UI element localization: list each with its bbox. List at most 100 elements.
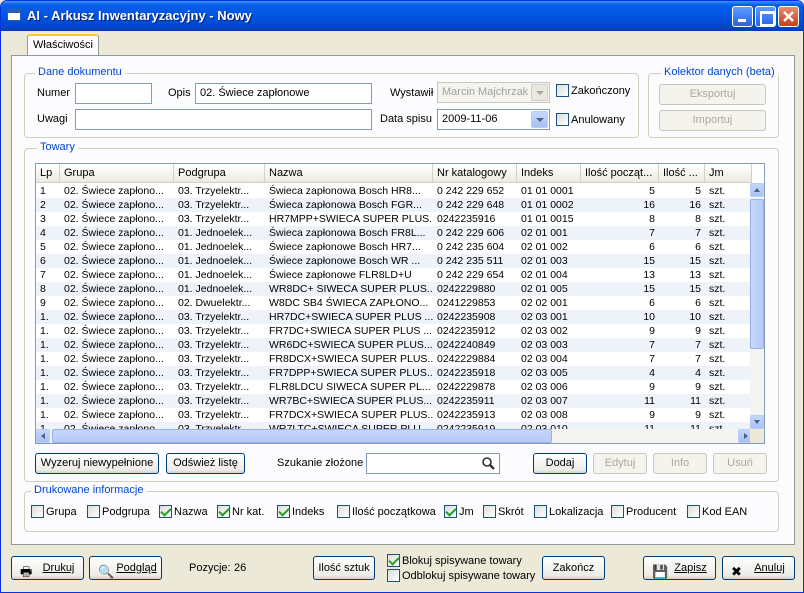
tab-wlasciwosci[interactable]: Właściwości <box>27 34 99 56</box>
scroll-down-button[interactable] <box>750 415 764 429</box>
vertical-scrollbar[interactable] <box>750 183 764 429</box>
cancel-button[interactable]: ✖ Anuluj <box>722 556 795 580</box>
maximize-button[interactable] <box>755 6 776 27</box>
table-row[interactable]: 1 02. Świece zapłono... 03. Trzyelektr... Ś… <box>36 184 752 198</box>
table-row[interactable]: 5 02. Świece zapłono... 01. Jednoelek... Św… <box>36 240 752 254</box>
goods-table[interactable]: Lp Grupa Podgrupa Nazwa Nr katalogowy In… <box>35 163 765 444</box>
cell-grupa: 02. Świece zapłono... <box>64 353 164 365</box>
vertical-scroll-thumb[interactable] <box>750 199 764 349</box>
cell-ilosc: 9 <box>695 325 701 337</box>
wystawil-combo[interactable]: Marcin Majchrzak <box>437 82 550 103</box>
table-row[interactable]: 1. 02. Świece zapłono... 03. Trzyelektr...… <box>36 324 752 338</box>
table-row[interactable]: 3 02. Świece zapłono... 03. Trzyelektr... H… <box>36 212 752 226</box>
lock-items-checkbox[interactable] <box>387 554 400 567</box>
add-button[interactable]: Dodaj <box>533 453 587 474</box>
print-option-checkbox[interactable] <box>217 505 230 518</box>
refresh-list-button[interactable]: Odśwież listę <box>166 453 245 474</box>
cell-ilosc-poczatkowa: 6 <box>649 297 655 309</box>
cell-indeks: 02 03 003 <box>521 339 568 351</box>
cell-grupa: 02. Świece zapłono... <box>64 297 164 309</box>
wystawil-value: Marcin Majchrzak <box>442 86 529 98</box>
table-row[interactable]: 1. 02. Świece zapłono... 03. Trzyelektr...… <box>36 310 752 324</box>
cell-nr-katalogowy: 0242235913 <box>437 409 496 421</box>
print-option-checkbox[interactable] <box>534 505 547 518</box>
cell-indeks: 02 03 006 <box>521 381 568 393</box>
column-header-ilosc[interactable]: Ilość ... <box>659 164 705 183</box>
print-option-label: Indeks <box>292 506 325 518</box>
cell-podgrupa: 03. Trzyelektr... <box>178 325 250 337</box>
print-button[interactable]: 🖶 Drukuj <box>11 556 84 580</box>
cell-grupa: 02. Świece zapłono... <box>64 241 164 253</box>
column-header-nazwa[interactable]: Nazwa <box>265 164 433 183</box>
table-row[interactable]: 1. 02. Świece zapłono... 03. Trzyelektr...… <box>36 366 752 380</box>
table-row[interactable]: 7 02. Świece zapłono... 01. Jednoelek... Św… <box>36 268 752 282</box>
table-row[interactable]: 1. 02. Świece zapłono... 03. Trzyelektr...… <box>36 352 752 366</box>
print-option-checkbox[interactable] <box>337 505 350 518</box>
cell-lp: 1. <box>40 395 49 407</box>
edit-button[interactable]: Edytuj <box>593 453 647 474</box>
cell-ilosc: 6 <box>695 241 701 253</box>
column-header-indeks[interactable]: Indeks <box>517 164 581 183</box>
preview-button[interactable]: 🔍 Podgląd <box>89 556 162 580</box>
data-spisu-value: 2009-11-06 <box>442 113 498 125</box>
search-icon[interactable] <box>481 456 496 471</box>
zakonczony-checkbox[interactable] <box>556 84 569 97</box>
finish-button[interactable]: Zakończ <box>542 556 605 580</box>
table-row[interactable]: 1. 02. Świece zapłono... 03. Trzyelektr...… <box>36 338 752 352</box>
table-row[interactable]: 1. 02. Świece zapłono... 03. Trzyelektr...… <box>36 380 752 394</box>
cell-podgrupa: 03. Trzyelektr... <box>178 199 250 211</box>
cell-podgrupa: 01. Jednoelek... <box>178 269 253 281</box>
cell-podgrupa: 03. Trzyelektr... <box>178 185 250 197</box>
cell-ilosc: 4 <box>695 367 701 379</box>
arrow-down-icon <box>754 420 760 424</box>
print-option-checkbox[interactable] <box>87 505 100 518</box>
print-option-checkbox[interactable] <box>277 505 290 518</box>
unlock-items-checkbox[interactable] <box>387 569 400 582</box>
reset-unfilled-button[interactable]: Wyzeruj niewypełnione <box>35 453 159 474</box>
cell-ilosc-poczatkowa: 9 <box>649 381 655 393</box>
cell-grupa: 02. Świece zapłono... <box>64 269 164 281</box>
table-row[interactable]: 6 02. Świece zapłono... 01. Jednoelek... Św… <box>36 254 752 268</box>
quantity-button[interactable]: Ilość sztuk <box>313 556 375 580</box>
column-header-lp[interactable]: Lp <box>36 164 60 183</box>
import-button[interactable]: Importuj <box>659 110 766 131</box>
print-option-checkbox[interactable] <box>31 505 44 518</box>
uwagi-input[interactable] <box>75 109 372 130</box>
table-row[interactable]: 4 02. Świece zapłono... 01. Jednoelek... Św… <box>36 226 752 240</box>
print-option-checkbox[interactable] <box>159 505 172 518</box>
column-header-grupa[interactable]: Grupa <box>60 164 174 183</box>
table-row[interactable]: 8 02. Świece zapłono... 01. Jednoelek... WR… <box>36 282 752 296</box>
search-input[interactable] <box>366 453 500 474</box>
cell-nazwa: Świece zapłonowe FLR8LD+U <box>269 269 412 281</box>
title-bar[interactable]: AI - Arkusz Inwentaryzacyjny - Nowy <box>1 1 803 31</box>
table-row[interactable]: 1. 02. Świece zapłono... 03. Trzyelektr...… <box>36 394 752 408</box>
minimize-button[interactable] <box>732 6 753 27</box>
close-button[interactable] <box>778 6 799 27</box>
column-header-ilosc-poczatkowa[interactable]: Ilość począt... <box>581 164 659 183</box>
scroll-left-button[interactable] <box>36 429 50 443</box>
table-row[interactable]: 1. 02. Świece zapłono... 03. Trzyelektr...… <box>36 408 752 422</box>
print-option-checkbox[interactable] <box>611 505 624 518</box>
print-option-checkbox[interactable] <box>687 505 700 518</box>
anulowany-checkbox[interactable] <box>556 113 569 126</box>
column-header-jm[interactable]: Jm <box>705 164 752 183</box>
info-button[interactable]: Info <box>653 453 707 474</box>
chevron-down-icon[interactable] <box>531 84 548 101</box>
opis-input[interactable]: 02. Świece zapłonowe <box>195 83 372 104</box>
horizontal-scrollbar[interactable] <box>36 429 752 443</box>
print-option-checkbox[interactable] <box>483 505 496 518</box>
scroll-up-button[interactable] <box>750 183 764 197</box>
horizontal-scroll-thumb[interactable] <box>52 429 552 443</box>
data-spisu-picker[interactable]: 2009-11-06 <box>437 109 550 130</box>
column-header-podgrupa[interactable]: Podgrupa <box>174 164 265 183</box>
cell-ilosc-poczatkowa: 6 <box>649 241 655 253</box>
save-button[interactable]: 💾 Zapisz <box>643 556 716 580</box>
print-option-checkbox[interactable] <box>444 505 457 518</box>
column-header-nr-katalogowy[interactable]: Nr katalogowy <box>433 164 517 183</box>
delete-button[interactable]: Usuń <box>713 453 767 474</box>
table-row[interactable]: 2 02. Świece zapłono... 03. Trzyelektr... Ś… <box>36 198 752 212</box>
table-row[interactable]: 9 02. Świece zapłono... 02. Dwuelektr... W8… <box>36 296 752 310</box>
numer-input[interactable] <box>75 83 152 104</box>
export-button[interactable]: Eksportuj <box>659 84 766 105</box>
chevron-down-icon[interactable] <box>531 111 548 128</box>
